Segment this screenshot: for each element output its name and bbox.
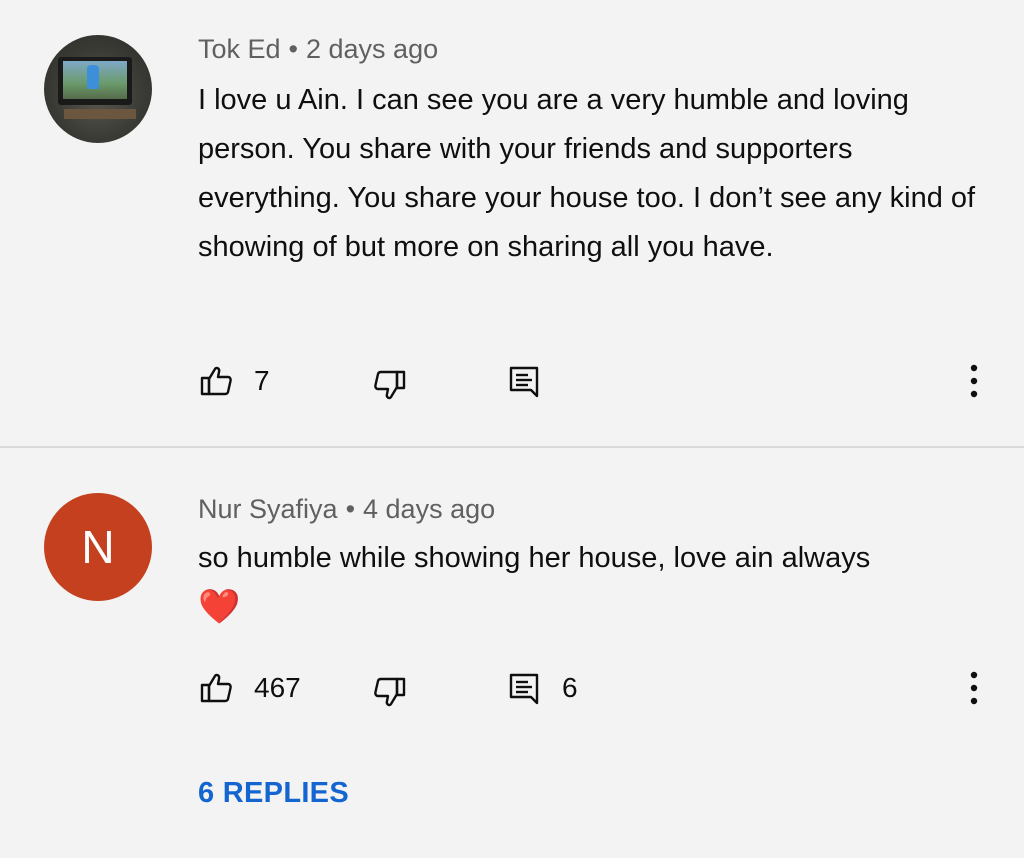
comment-item: N Nur Syafiya • 4 days ago so humble while… xyxy=(0,448,1024,858)
reply-comment-icon xyxy=(509,366,539,398)
like-button[interactable]: 467 xyxy=(198,668,301,708)
heart-emoji: ❤️ xyxy=(198,588,241,626)
comment-time: 4 days ago xyxy=(363,494,496,524)
comment-actions: 467 6 xyxy=(198,668,998,708)
like-button[interactable]: 7 xyxy=(198,361,270,401)
comment-meta: Tok Ed • 2 days ago xyxy=(198,34,438,65)
reply-button[interactable] xyxy=(506,361,542,401)
avatar[interactable] xyxy=(44,35,152,143)
reply-count: 6 xyxy=(562,672,578,703)
more-vertical-icon xyxy=(970,671,978,705)
view-replies-link[interactable]: 6 REPLIES xyxy=(198,777,349,810)
avatar-photo xyxy=(44,35,152,143)
comment-time: 2 days ago xyxy=(306,34,439,64)
meta-separator: • xyxy=(288,34,298,64)
thumbs-up-icon xyxy=(200,673,232,703)
author-name[interactable]: Nur Syafiya xyxy=(198,494,338,524)
like-count: 7 xyxy=(254,365,270,396)
thumbs-down-icon xyxy=(374,677,406,707)
dislike-button[interactable] xyxy=(372,668,408,708)
comment-body: so humble while showing her house, love … xyxy=(198,534,988,634)
more-options-button[interactable] xyxy=(964,361,984,401)
thumbs-down-icon xyxy=(374,370,406,400)
comment-actions: 7 xyxy=(198,361,998,401)
meta-separator: • xyxy=(345,494,356,524)
author-name[interactable]: Tok Ed xyxy=(198,34,281,64)
reply-button[interactable]: 6 xyxy=(506,668,578,708)
like-count: 467 xyxy=(254,672,301,703)
comment-item: Tok Ed • 2 days ago I love u Ain. I can se… xyxy=(0,0,1024,446)
more-options-button[interactable] xyxy=(964,668,984,708)
comment-meta: Nur Syafiya • 4 days ago xyxy=(198,494,495,525)
more-vertical-icon xyxy=(970,364,978,398)
thumbs-up-icon xyxy=(200,366,232,396)
comment-text: I love u Ain. I can see you are a very h… xyxy=(198,84,976,263)
avatar-letter: N xyxy=(81,521,115,573)
avatar[interactable]: N xyxy=(44,493,152,601)
dislike-button[interactable] xyxy=(372,361,408,401)
comment-text: so humble while showing her house, love … xyxy=(198,542,871,574)
reply-comment-icon xyxy=(509,673,539,705)
comments-screen: Tok Ed • 2 days ago I love u Ain. I can se… xyxy=(0,0,1024,858)
